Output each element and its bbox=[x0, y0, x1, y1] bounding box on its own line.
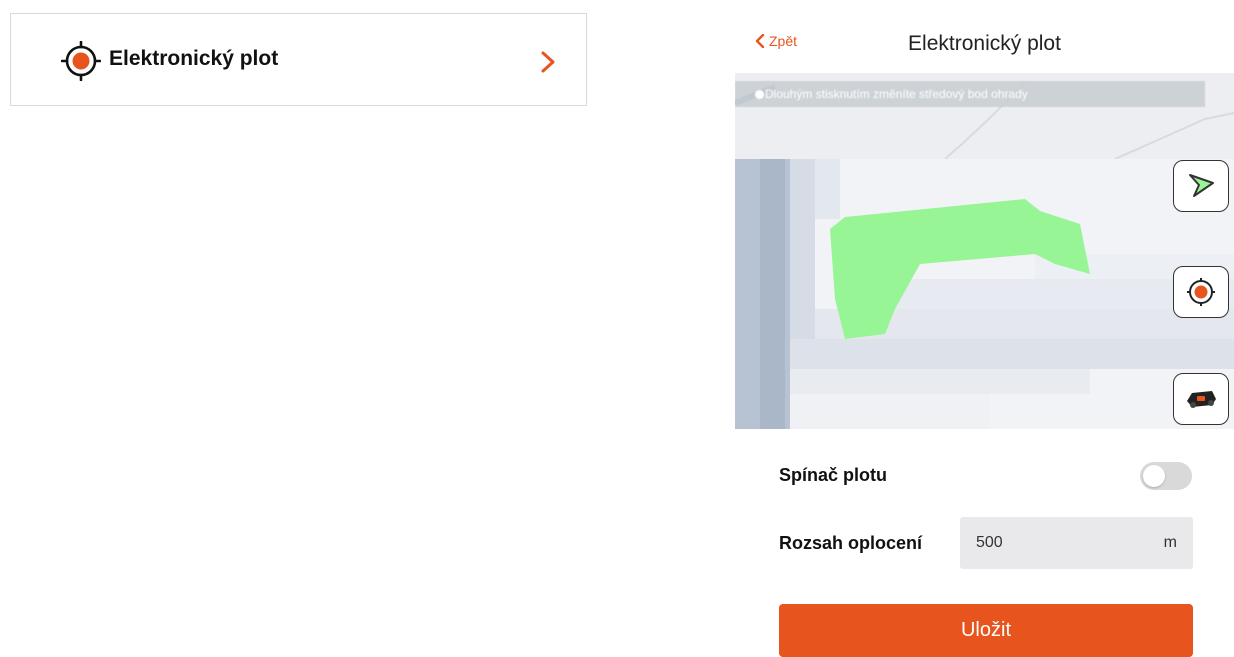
range-unit: m bbox=[1163, 534, 1177, 551]
target-icon bbox=[60, 40, 102, 82]
chevron-right-icon bbox=[539, 50, 557, 74]
hint-dot-icon bbox=[755, 90, 764, 99]
toggle-knob bbox=[1143, 465, 1165, 487]
page-title: Elektronický plot bbox=[908, 32, 1061, 55]
device-icon bbox=[1187, 391, 1216, 408]
menu-item-electronic-fence[interactable]: Elektronický plot bbox=[10, 13, 587, 106]
device-locate-button[interactable] bbox=[1173, 373, 1229, 425]
map-satellite-area bbox=[735, 159, 1234, 429]
menu-item-label: Elektronický plot bbox=[109, 47, 279, 70]
target-icon bbox=[1187, 278, 1215, 306]
fence-range-input[interactable] bbox=[976, 534, 1096, 552]
fence-range-field[interactable]: m bbox=[960, 517, 1193, 569]
polygon-icon bbox=[1189, 174, 1214, 197]
draw-fence-button[interactable] bbox=[1173, 160, 1229, 212]
hint-text: Dlouhým stisknutím změníte středový bod … bbox=[765, 87, 1028, 101]
map-view[interactable]: Dlouhým stisknutím změníte středový bod … bbox=[735, 73, 1234, 429]
center-point-button[interactable] bbox=[1173, 266, 1229, 318]
fence-switch-label: Spínač plotu bbox=[779, 465, 887, 485]
fence-settings: Spínač plotu Rozsah oplocení m Uložit bbox=[735, 429, 1234, 657]
fence-switch-toggle[interactable] bbox=[1140, 462, 1192, 490]
map-hint-banner: Dlouhým stisknutím změníte středový bod … bbox=[735, 81, 1205, 107]
save-button[interactable]: Uložit bbox=[779, 604, 1193, 657]
fence-range-label: Rozsah oplocení bbox=[779, 533, 923, 553]
screen-header: Zpět Elektronický plot bbox=[735, 13, 1234, 73]
phone-screen: Zpět Elektronický plot Dlouhým stisknutí… bbox=[735, 13, 1234, 657]
